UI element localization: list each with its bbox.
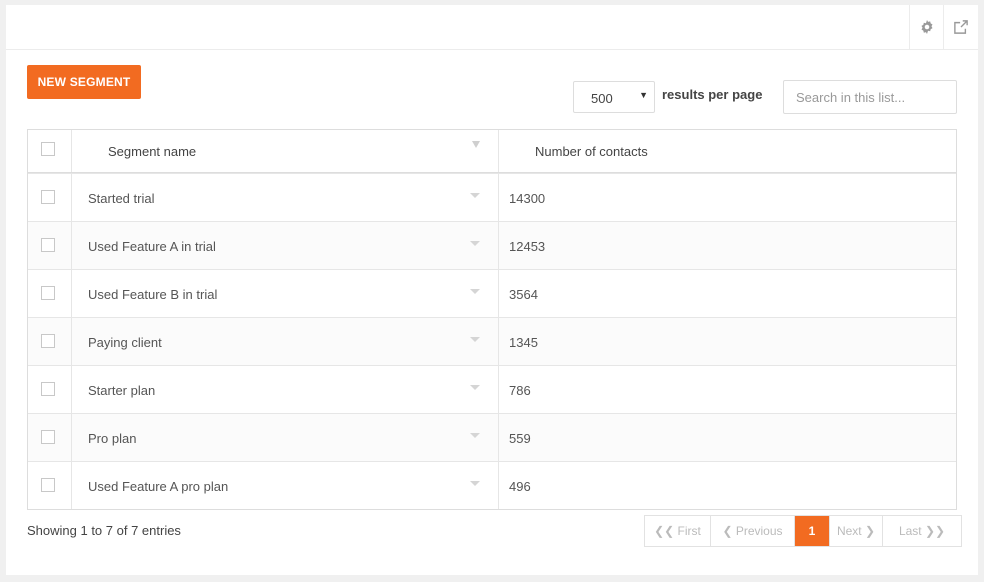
header-check-cell xyxy=(28,130,72,172)
row-checkbox[interactable] xyxy=(41,286,55,300)
row-checkbox[interactable] xyxy=(41,238,55,252)
entries-info: Showing 1 to 7 of 7 entries xyxy=(27,523,181,538)
row-check-cell xyxy=(28,318,72,365)
pagination-next-button[interactable]: Next ❯ xyxy=(830,516,883,546)
table-row[interactable]: Pro plan 559 xyxy=(28,413,956,461)
pagination-page-1[interactable]: 1 xyxy=(795,516,830,546)
segment-name[interactable]: Used Feature B in trial xyxy=(88,287,217,302)
table-row[interactable]: Starter plan 786 xyxy=(28,365,956,413)
segment-name[interactable]: Starter plan xyxy=(88,383,155,398)
row-checkbox[interactable] xyxy=(41,478,55,492)
pagination-previous-button[interactable]: ❮ Previous xyxy=(711,516,795,546)
row-checkbox[interactable] xyxy=(41,190,55,204)
segments-table: Segment name Number of contacts Started … xyxy=(27,129,957,510)
top-toolbar xyxy=(6,5,978,50)
contacts-count: 786 xyxy=(509,383,531,398)
sort-arrow-icon[interactable] xyxy=(472,141,480,148)
row-check-cell xyxy=(28,174,72,221)
caret-down-icon: ▼ xyxy=(639,90,648,100)
segment-name[interactable]: Used Feature A in trial xyxy=(88,239,216,254)
table-row[interactable]: Used Feature A pro plan 496 xyxy=(28,461,956,509)
pagination-last-button[interactable]: Last ❯❯ xyxy=(883,516,961,546)
table-row[interactable]: Started trial 14300 xyxy=(28,173,956,221)
row-check-cell xyxy=(28,462,72,509)
segment-name-cell: Started trial xyxy=(72,174,499,221)
contacts-count: 559 xyxy=(509,431,531,446)
segment-name-cell: Used Feature B in trial xyxy=(72,270,499,317)
row-dropdown-icon[interactable] xyxy=(470,193,480,198)
contacts-count: 496 xyxy=(509,479,531,494)
table-header-row: Segment name Number of contacts xyxy=(28,130,956,173)
table-row[interactable]: Used Feature B in trial 3564 xyxy=(28,269,956,317)
row-dropdown-icon[interactable] xyxy=(470,289,480,294)
segment-name[interactable]: Used Feature A pro plan xyxy=(88,479,228,494)
row-check-cell xyxy=(28,222,72,269)
select-all-checkbox[interactable] xyxy=(41,142,55,156)
contacts-count: 3564 xyxy=(509,287,538,302)
row-check-cell xyxy=(28,414,72,461)
row-checkbox[interactable] xyxy=(41,430,55,444)
row-dropdown-icon[interactable] xyxy=(470,385,480,390)
contacts-count: 14300 xyxy=(509,191,546,206)
table-row[interactable]: Used Feature A in trial 12453 xyxy=(28,221,956,269)
per-page-value: 500 xyxy=(591,91,613,106)
row-dropdown-icon[interactable] xyxy=(470,337,480,342)
row-check-cell xyxy=(28,270,72,317)
row-dropdown-icon[interactable] xyxy=(470,481,480,486)
segment-name-cell: Pro plan xyxy=(72,414,499,461)
column-header-segment-name[interactable]: Segment name xyxy=(72,130,499,172)
gear-icon xyxy=(921,20,933,34)
search-input[interactable] xyxy=(783,80,957,114)
segment-name-cell: Used Feature A pro plan xyxy=(72,462,499,509)
table-row[interactable]: Paying client 1345 xyxy=(28,317,956,365)
segments-panel: NEW SEGMENT 500 ▼ results per page Segme… xyxy=(6,5,978,575)
segment-name[interactable]: Started trial xyxy=(88,191,154,206)
pagination: ❮❮ First ❮ Previous 1 Next ❯ Last ❯❯ xyxy=(644,515,962,547)
row-checkbox[interactable] xyxy=(41,334,55,348)
row-dropdown-icon[interactable] xyxy=(470,433,480,438)
pagination-first-button[interactable]: ❮❮ First xyxy=(645,516,711,546)
row-dropdown-icon[interactable] xyxy=(470,241,480,246)
settings-button[interactable] xyxy=(909,5,944,49)
column-header-label: Number of contacts xyxy=(535,144,648,159)
segment-name-cell: Paying client xyxy=(72,318,499,365)
contacts-count: 12453 xyxy=(509,239,546,254)
per-page-label: results per page xyxy=(662,87,763,102)
segment-name[interactable]: Pro plan xyxy=(88,431,136,446)
row-checkbox[interactable] xyxy=(41,382,55,396)
row-check-cell xyxy=(28,366,72,413)
segment-name-cell: Used Feature A in trial xyxy=(72,222,499,269)
per-page-select[interactable]: 500 ▼ xyxy=(573,81,655,113)
new-segment-button[interactable]: NEW SEGMENT xyxy=(27,65,141,99)
export-icon xyxy=(954,20,968,34)
segment-name-cell: Starter plan xyxy=(72,366,499,413)
export-button[interactable] xyxy=(943,5,978,49)
contacts-count: 1345 xyxy=(509,335,538,350)
column-header-label: Segment name xyxy=(108,144,197,159)
segment-name[interactable]: Paying client xyxy=(88,335,162,350)
